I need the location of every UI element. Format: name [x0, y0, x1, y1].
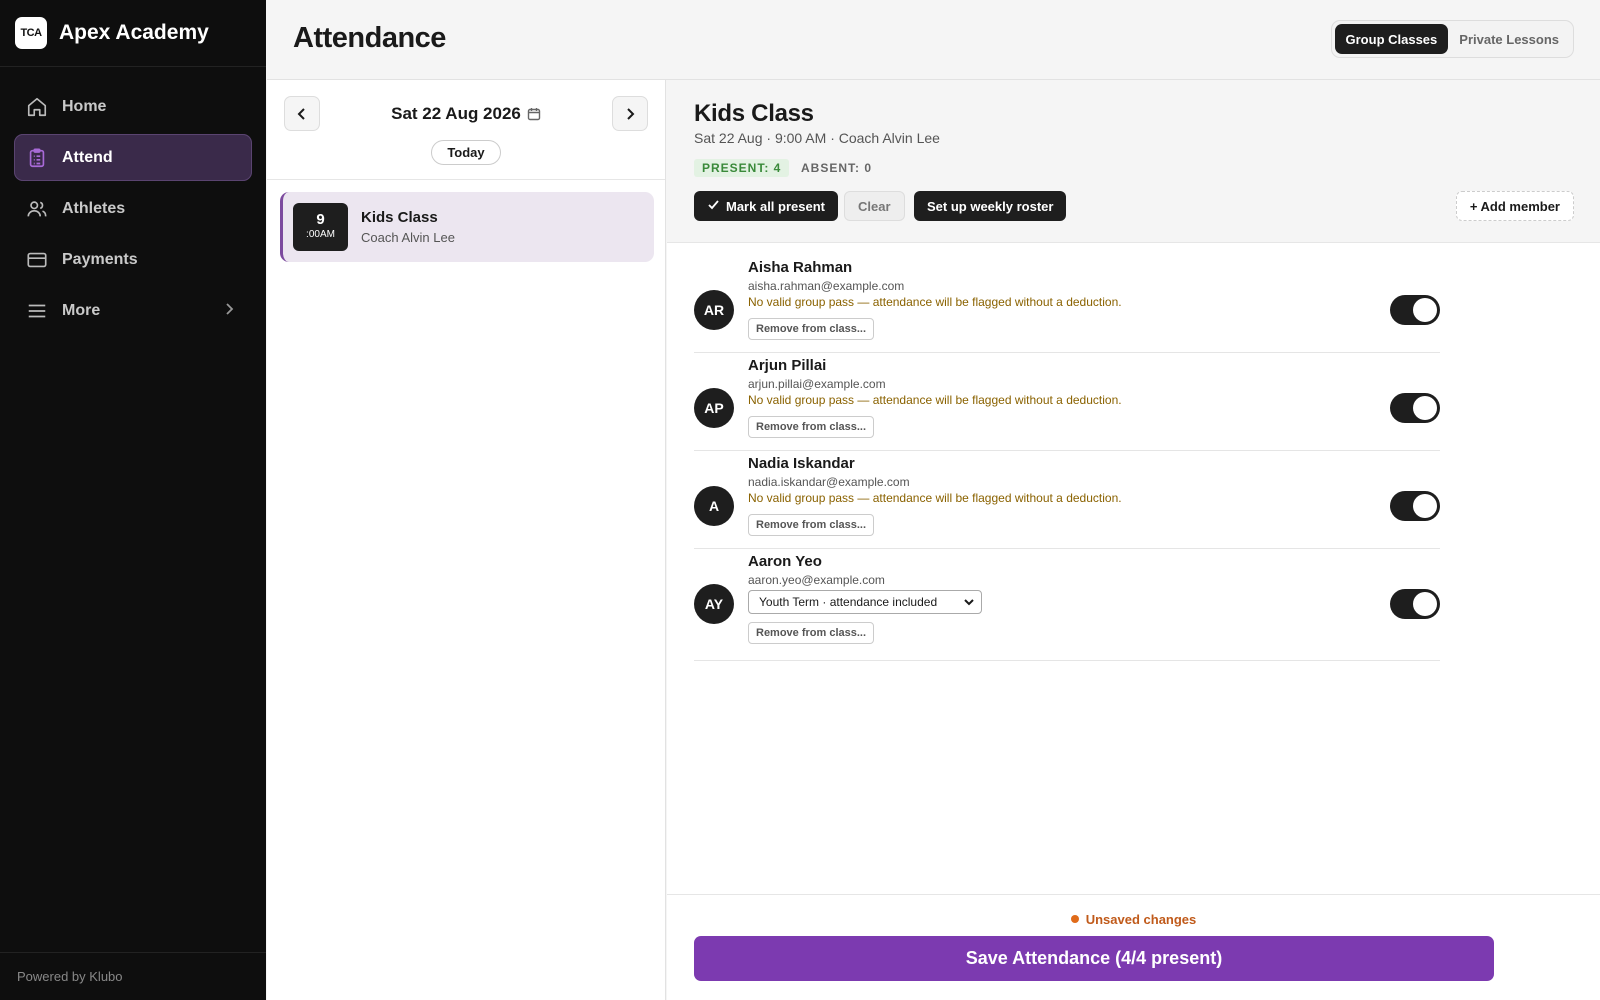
present-count: PRESENT: 4 [694, 159, 790, 177]
unsaved-indicator: Unsaved changes [667, 912, 1600, 927]
next-day-button[interactable] [612, 96, 648, 131]
avatar: A [694, 486, 734, 526]
mark-all-present-label: Mark all present [726, 198, 825, 214]
schedule-panel: Sat 22 Aug 2026 Today 9 :00AM Kids Class… [267, 80, 666, 1000]
menu-icon [26, 300, 48, 322]
current-date: Sat 22 Aug 2026 [391, 104, 521, 123]
session-header: Kids Class Sat 22 Aug · 9:00 AM · Coach … [667, 80, 1600, 243]
member-name: Arjun Pillai [748, 357, 827, 374]
member-row: AR Aisha Rahman aisha.rahman@example.com… [694, 255, 1440, 353]
page-header: Attendance Group Classes Private Lessons [267, 0, 1600, 80]
date-navigator: Sat 22 Aug 2026 Today [267, 80, 665, 180]
member-name: Aisha Rahman [748, 259, 853, 276]
pass-warning: No valid group pass — attendance will be… [748, 295, 1122, 309]
sidebar-item-label: More [62, 301, 101, 319]
avatar: AY [694, 584, 734, 624]
session-meta: Sat 22 Aug · 9:00 AM · Coach Alvin Lee [694, 130, 940, 146]
save-footer: Unsaved changes Save Attendance (4/4 pre… [667, 894, 1600, 1000]
remove-from-class-button[interactable]: Remove from class... [748, 622, 875, 644]
attendance-toggle[interactable] [1390, 295, 1440, 325]
toggle-knob [1413, 298, 1437, 322]
clipboard-icon [26, 147, 48, 169]
member-email: nadia.iskandar@example.com [748, 475, 910, 489]
sidebar-nav: Home Attend Athletes Payments More [0, 67, 266, 334]
sidebar-item-athletes[interactable]: Athletes [14, 185, 252, 232]
sidebar-item-label: Athletes [62, 199, 126, 217]
member-row: AP Arjun Pillai arjun.pillai@example.com… [694, 353, 1440, 451]
page-title: Attendance [293, 22, 446, 54]
sidebar: TCA Apex Academy Home Attend Athletes Pa… [0, 0, 266, 1000]
mark-all-present-button[interactable]: Mark all present [694, 191, 838, 221]
session-title: Kids Class [694, 100, 814, 127]
remove-from-class-button[interactable]: Remove from class... [748, 318, 875, 340]
member-row: AY Aaron Yeo aaron.yeo@example.com Youth… [694, 549, 1440, 661]
chevron-down-icon [963, 596, 975, 611]
attendance-toggle[interactable] [1390, 491, 1440, 521]
pass-warning: No valid group pass — attendance will be… [748, 491, 1122, 505]
calendar-icon [527, 106, 541, 126]
tab-private-lessons[interactable]: Private Lessons [1448, 24, 1570, 54]
member-email: aaron.yeo@example.com [748, 573, 885, 587]
users-icon [26, 198, 48, 220]
weekly-roster-button[interactable]: Set up weekly roster [914, 191, 1067, 221]
date-picker[interactable]: Sat 22 Aug 2026 [267, 104, 665, 126]
class-time: 9 :00AM [293, 203, 348, 251]
member-email: arjun.pillai@example.com [748, 377, 886, 391]
sidebar-item-payments[interactable]: Payments [14, 236, 252, 283]
logo: TCA [15, 17, 47, 49]
tab-group-classes[interactable]: Group Classes [1334, 24, 1449, 54]
avatar: AP [694, 388, 734, 428]
remove-from-class-button[interactable]: Remove from class... [748, 416, 875, 438]
avatar: AR [694, 290, 734, 330]
home-icon [26, 96, 48, 118]
powered-by: Powered by Klubo [0, 952, 266, 1000]
sidebar-item-home[interactable]: Home [14, 83, 252, 130]
absent-count: ABSENT: 0 [801, 161, 873, 175]
class-title: Kids Class [361, 209, 438, 226]
attendance-panel: Kids Class Sat 22 Aug · 9:00 AM · Coach … [667, 80, 1600, 1000]
toggle-knob [1413, 396, 1437, 420]
unsaved-label: Unsaved changes [1085, 912, 1197, 927]
sidebar-item-attend[interactable]: Attend [14, 134, 252, 181]
clear-button[interactable]: Clear [844, 191, 905, 221]
pass-warning: No valid group pass — attendance will be… [748, 393, 1122, 407]
pass-select[interactable]: Youth Term · attendance included [748, 590, 982, 614]
class-type-toggle: Group Classes Private Lessons [1330, 20, 1574, 58]
chevron-right-icon [222, 301, 236, 322]
toggle-knob [1413, 592, 1437, 616]
remove-from-class-button[interactable]: Remove from class... [748, 514, 875, 536]
save-attendance-button[interactable]: Save Attendance (4/4 present) [694, 936, 1494, 981]
brand[interactable]: TCA Apex Academy [0, 0, 266, 67]
sidebar-item-label: Attend [62, 148, 113, 166]
pass-select-value: Youth Term · attendance included [759, 595, 938, 609]
class-coach: Coach Alvin Lee [361, 230, 455, 245]
check-icon [707, 198, 720, 214]
sidebar-item-label: Payments [62, 250, 138, 268]
toggle-knob [1413, 494, 1437, 518]
unsaved-dot-icon [1070, 915, 1079, 923]
credit-card-icon [26, 249, 48, 271]
attendance-toggle[interactable] [1390, 393, 1440, 423]
sidebar-item-more[interactable]: More [14, 287, 252, 334]
member-email: aisha.rahman@example.com [748, 279, 905, 293]
member-list: AR Aisha Rahman aisha.rahman@example.com… [694, 255, 1440, 661]
brand-name: Apex Academy [59, 21, 209, 44]
member-row: A Nadia Iskandar nadia.iskandar@example.… [694, 451, 1440, 549]
class-hour: 9 [316, 211, 325, 228]
class-card[interactable]: 9 :00AM Kids Class Coach Alvin Lee [280, 192, 654, 262]
class-minutes: :00AM [306, 229, 335, 240]
add-member-button[interactable]: + Add member [1455, 191, 1574, 221]
attendance-toggle[interactable] [1390, 589, 1440, 619]
member-name: Nadia Iskandar [748, 455, 855, 472]
sidebar-item-label: Home [62, 97, 107, 115]
member-name: Aaron Yeo [748, 553, 822, 570]
today-button[interactable]: Today [431, 140, 501, 165]
